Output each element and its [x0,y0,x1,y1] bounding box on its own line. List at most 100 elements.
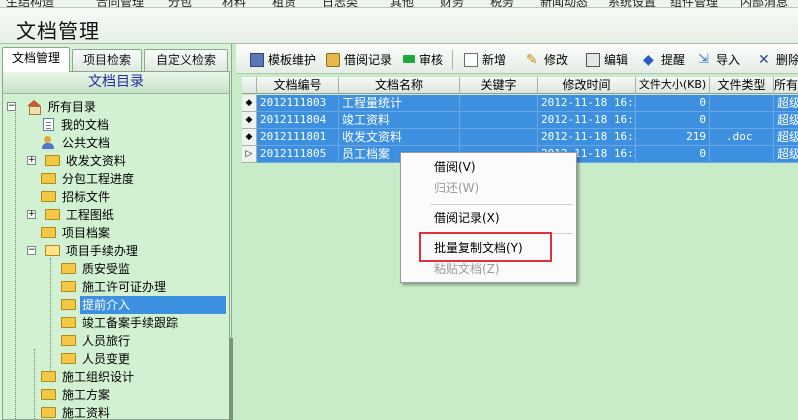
folder-icon [41,389,56,400]
tree-node-staff-change[interactable]: 人员变更 [61,350,132,368]
home-icon [26,100,42,115]
menu-item-paste[interactable]: 粘贴文档(Z) [434,259,500,279]
tree-node-construction-design[interactable]: 施工组织设计 [41,368,136,386]
tree-node-project-archive[interactable]: 项目档案 [41,224,112,242]
column-header-modified-time[interactable]: 修改时间 [538,77,636,94]
expand-toggle-icon[interactable]: + [27,156,36,165]
audit-button[interactable]: 审核 [403,50,443,70]
modify-button[interactable]: ✎ 修改 [526,50,568,70]
tree-node-public-documents[interactable]: 公共文档 [41,134,112,152]
menu-item[interactable]: 日志类 [322,0,358,7]
top-menubar: 生结构造 合同管理 分包 材料 租赁 日志类 其他 财务 税务 新闻动态 系统设… [0,0,798,8]
menu-item[interactable]: 合同管理 [96,0,144,7]
table-row[interactable]: ◆ 2012111801 收发文资料 2012-11-18 16:3 219 .… [242,129,798,146]
tree-node-quality-safety[interactable]: 质安受监 [61,260,132,278]
tree-node-staff-travel[interactable]: 人员旅行 [61,332,132,350]
menu-item-borrow[interactable]: 借阅(V) [434,157,476,177]
borrow-log-button[interactable]: 借阅记录 [326,50,392,70]
tree-node-label: 人员变更 [82,352,131,366]
menu-item[interactable]: 材料 [222,0,246,7]
highlight-box [419,232,552,262]
audit-icon [403,54,415,63]
cell-doc-name: 工程量统计 [339,95,460,112]
folder-icon [41,227,56,238]
collapse-toggle-icon[interactable]: − [27,246,36,255]
tree-connector-line [50,258,51,376]
tab-custom-search[interactable]: 自定义检索 [144,49,228,71]
collapse-toggle-icon[interactable]: − [7,102,16,111]
tab-project-search[interactable]: 项目检索 [72,49,142,71]
menu-item-borrow-record[interactable]: 借阅记录(X) [434,208,500,228]
tree-node-all-directories[interactable]: − 所有目录 [7,98,98,116]
column-header-doc-id[interactable]: 文档编号 [257,77,339,94]
cell-file-size: 0 [636,95,710,112]
cell-doc-id: 2012111801 [257,129,339,146]
template-maintenance-button[interactable]: 模板维护 [250,50,316,70]
tree-node-construction-permit[interactable]: 施工许可证办理 [61,278,168,296]
edit-button[interactable]: 编辑 [586,50,628,70]
menu-item[interactable]: 系统设置 [608,0,656,7]
tree-node-engineering-drawings[interactable]: + 工程图纸 [27,206,116,224]
close-icon: ✕ [758,51,770,68]
menu-item-return[interactable]: 归还(W) [434,178,479,198]
expand-toggle-icon[interactable]: + [27,210,36,219]
left-tabs: 文档管理 项目检索 自定义检索 [0,47,232,72]
import-button[interactable]: ⇲ 导入 [698,50,740,70]
menu-item[interactable]: 生结构造 [6,0,54,7]
add-button[interactable]: 新增 [464,50,506,70]
document-icon [43,118,54,131]
people-icon [41,136,56,149]
menu-item[interactable]: 内部消息 [740,0,788,7]
menu-item[interactable]: 租赁 [272,0,296,7]
document-tree-panel: 文档目录 − 所有目录 我的文档 公共文档 + 收发文资料 分包工程进度 招标文… [2,71,230,420]
menu-item[interactable]: 财务 [440,0,464,7]
column-header-owner[interactable]: 所有 [774,77,798,94]
cell-owner: 超级 [774,95,798,112]
cell-file-type [710,112,774,129]
tree-node-subcontract-progress[interactable]: 分包工程进度 [41,170,136,188]
log-icon [326,52,340,67]
row-indicator: ◆ [242,112,257,129]
title-bar: 文档管理 [0,8,798,44]
tree-node-label: 招标文件 [62,190,111,204]
cell-doc-name: 收发文资料 [339,129,460,146]
column-header-keyword[interactable]: 关键字 [460,77,538,94]
column-header-doc-name[interactable]: 文档名称 [339,77,460,94]
tree-node-early-intervention[interactable]: 提前介入 [61,296,226,314]
tree-node-project-procedures[interactable]: − 项目手续办理 [27,242,140,260]
cell-owner: 超级 [774,146,798,163]
tree-node-label: 我的文档 [61,118,110,132]
row-indicator: ◆ [242,95,257,112]
menu-item[interactable]: 分包 [168,0,192,7]
remind-button[interactable]: ◆ 提醒 [643,50,685,70]
column-header-file-type[interactable]: 文件类型 [710,77,774,94]
tree-node-tender-files[interactable]: 招标文件 [41,188,112,206]
menu-item[interactable]: 其他 [390,0,414,7]
cell-doc-name: 竣工资料 [339,112,460,129]
folder-icon [41,191,56,202]
tree-node-my-documents[interactable]: 我的文档 [41,116,111,134]
delete-button[interactable]: ✕ 删除 [758,50,798,70]
cell-owner: 超级 [774,129,798,146]
tab-document-management[interactable]: 文档管理 [2,47,70,72]
folder-icon [44,209,60,220]
menu-item[interactable]: 新闻动态 [540,0,588,7]
folder-icon [61,353,76,364]
tree-scrollbar-thumb[interactable] [229,338,233,420]
tree-node-construction-materials[interactable]: 施工资料 [41,404,112,419]
tree-node-construction-plan[interactable]: 施工方案 [41,386,112,404]
import-icon: ⇲ [698,51,709,67]
cell-file-size: 219 [636,129,710,146]
tree-node-completion-tracking[interactable]: 竣工备案手续跟踪 [61,314,180,332]
tree-node-label: 施工资料 [62,406,111,419]
tree-node-incoming-outgoing[interactable]: + 收发文资料 [27,152,128,170]
table-row[interactable]: ◆ 2012111804 竣工资料 2012-11-18 16:3 0 超级 [242,112,798,129]
edit-icon [586,52,600,67]
menu-item[interactable]: 税务 [490,0,514,7]
cell-file-size: 0 [636,112,710,129]
tree-node-label: 提前介入 [80,296,226,314]
menu-item[interactable]: 组件管理 [670,0,718,7]
column-header-file-size[interactable]: 文件大小(KB) [636,77,710,94]
document-tree: − 所有目录 我的文档 公共文档 + 收发文资料 分包工程进度 招标文件 + 工… [3,94,229,419]
table-row[interactable]: ◆ 2012111803 工程量统计 2012-11-18 16:3 0 超级 [242,95,798,112]
